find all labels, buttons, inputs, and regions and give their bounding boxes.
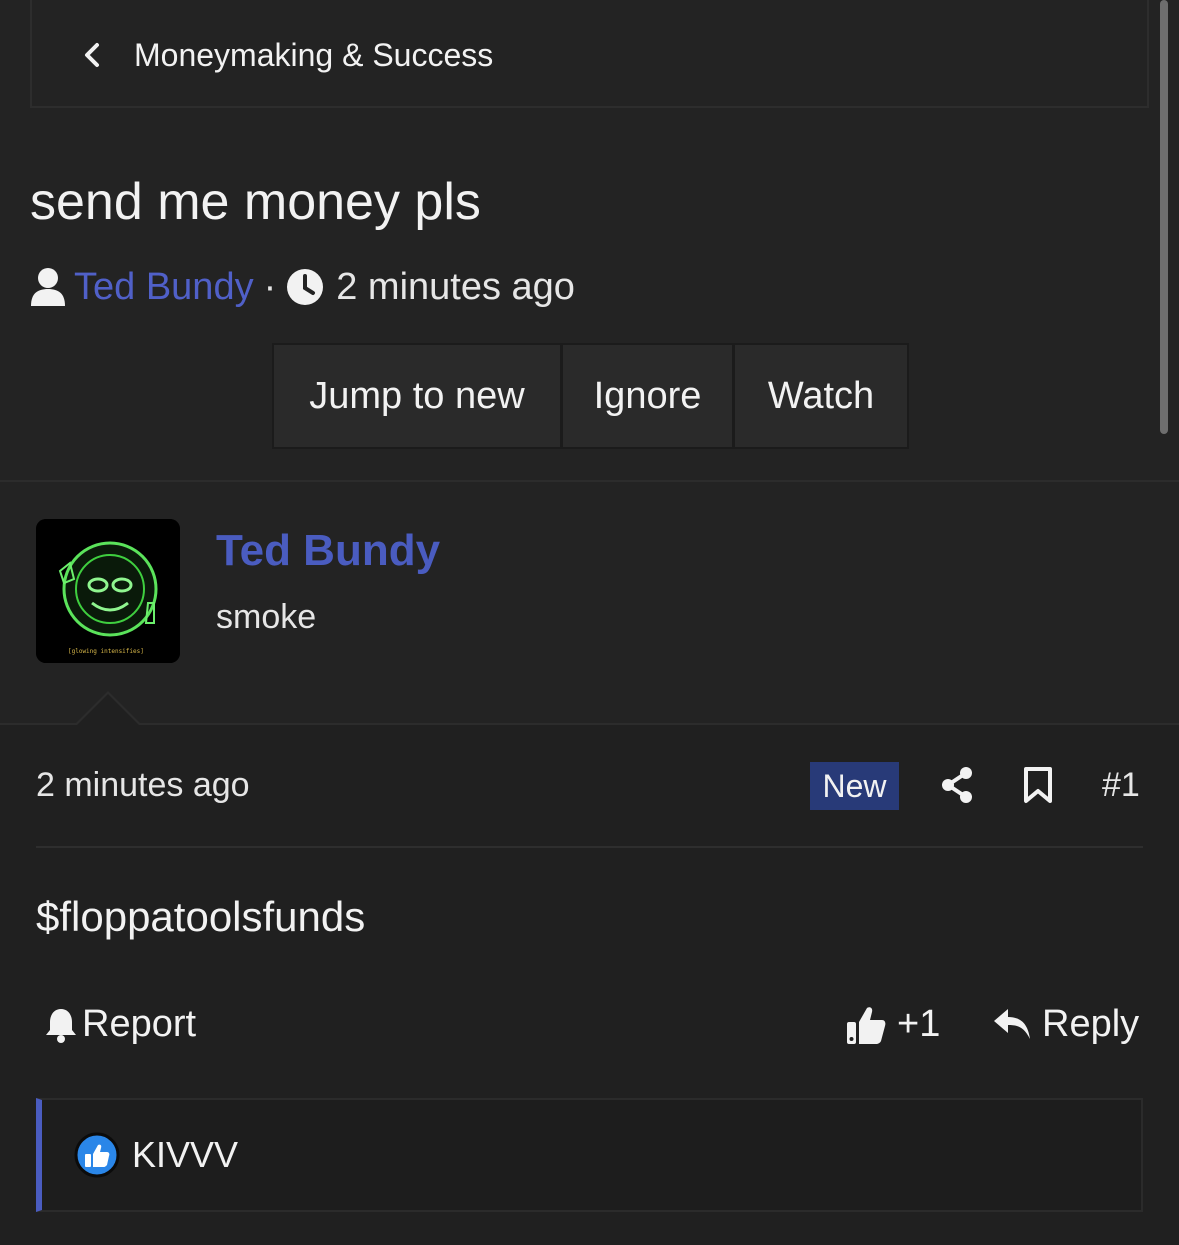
like-button[interactable]: +1 [845, 1003, 940, 1046]
report-button[interactable]: Report [44, 1003, 196, 1046]
breadcrumb[interactable]: Moneymaking & Success [30, 0, 1149, 108]
like-label: +1 [897, 1003, 941, 1045]
thread-title: send me money pls [30, 173, 481, 231]
user-icon [31, 268, 65, 306]
user-title: smoke [216, 598, 317, 636]
post-arrow [74, 691, 142, 726]
thread-action-buttons: Jump to new Ignore Watch [272, 343, 909, 449]
avatar-caption: [glowing intensifies] [68, 648, 144, 655]
page: Moneymaking & Success send me money pls … [0, 0, 1179, 1245]
reply-button[interactable]: Reply [992, 1003, 1139, 1046]
scrollbar[interactable] [1160, 0, 1168, 434]
jump-to-new-button[interactable]: Jump to new [274, 345, 563, 447]
like-reaction-icon [74, 1132, 120, 1178]
post-content: $floppatoolsfunds [36, 893, 366, 940]
avatar[interactable]: [glowing intensifies] [36, 519, 180, 663]
bookmark-icon[interactable] [1023, 766, 1053, 804]
new-badge: New [810, 762, 899, 810]
breadcrumb-label[interactable]: Moneymaking & Success [134, 37, 493, 74]
clock-icon [287, 269, 324, 305]
post-number[interactable]: #1 [1102, 766, 1140, 805]
reply-label: Reply [1042, 1003, 1140, 1045]
watch-button[interactable]: Watch [735, 345, 907, 447]
thread-author-link[interactable]: Ted Bundy [74, 266, 254, 309]
ignore-button[interactable]: Ignore [563, 345, 735, 447]
post-content-divider [36, 846, 1143, 848]
meta-separator: · [263, 265, 277, 308]
thumbs-up-icon [847, 1006, 886, 1044]
avatar-image: [glowing intensifies] [36, 519, 180, 663]
thread-meta: Ted Bundy · 2 minutes ago [30, 262, 575, 312]
share-icon[interactable] [940, 766, 974, 804]
post-author-link[interactable]: Ted Bundy [216, 526, 440, 576]
chevron-left-icon [85, 43, 99, 67]
thread-time: 2 minutes ago [336, 265, 575, 308]
reply-icon [994, 1008, 1030, 1039]
post-time[interactable]: 2 minutes ago [36, 766, 250, 805]
report-label: Report [82, 1003, 197, 1045]
reaction-user[interactable]: KIVVV [132, 1134, 238, 1176]
reactions-bar[interactable]: KIVVV [36, 1098, 1143, 1212]
bell-icon [46, 1008, 76, 1043]
